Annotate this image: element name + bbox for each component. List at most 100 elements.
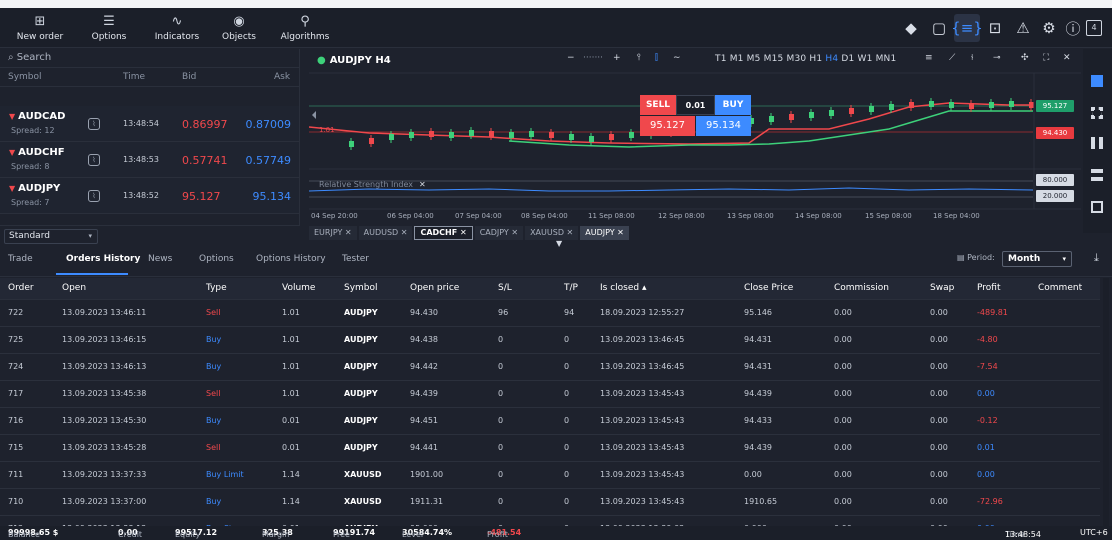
table-cell: 1.01: [282, 362, 300, 371]
symbol-tab-cadjpy[interactable]: CADJPY ✕: [474, 226, 524, 240]
watchlist-row[interactable]: ▼ AUDCHF Spread: 8 ⌇ 13:48:53 0.57741 0.5…: [0, 142, 299, 178]
ask-header[interactable]: Ask: [274, 72, 290, 82]
table-row[interactable]: 71213.09.2023 13:38:12Buy Stop0.01AUDJPY…: [0, 516, 1100, 526]
eraser-icon[interactable]: ◆: [898, 14, 924, 42]
close-indicator-icon[interactable]: ✕: [419, 180, 426, 189]
table-cell: 94.430: [410, 308, 438, 317]
watchlist-row[interactable]: ▼ AUDJPY Spread: 7 ⌇ 13:48:52 95.127 95.1…: [0, 178, 299, 214]
table-row[interactable]: 717 13.09.2023 13:45:38 Sell 1.01 AUDJPY 94.4…: [0, 381, 1100, 408]
options-button[interactable]: ☰ Options: [84, 8, 134, 48]
table-scrollbar[interactable]: [1103, 278, 1109, 526]
table-row[interactable]: 710 13.09.2023 13:37:00 Buy 1.14 XAUUSD 1911.…: [0, 489, 1100, 516]
table-cell: 94: [564, 308, 575, 317]
symbol-header[interactable]: Symbol: [8, 72, 42, 82]
table-row[interactable]: 724 13.09.2023 13:46:13 Buy 1.01 AUDJPY 94.44…: [0, 354, 1100, 381]
symbol-tab-cadchf[interactable]: CADCHF ✕: [414, 226, 473, 240]
column-header[interactable]: S/L: [498, 283, 512, 293]
download-icon[interactable]: ⤓: [1094, 251, 1099, 265]
symbol-tab-xauusd[interactable]: XAUUSD ✕: [525, 226, 579, 240]
rsi-indicator-label[interactable]: Relative Strength Index ✕: [319, 180, 426, 189]
table-cell: 0: [564, 497, 570, 506]
tab-options-history[interactable]: Options History: [256, 254, 326, 264]
info-icon[interactable]: ⓘ: [1060, 14, 1086, 42]
candle-body: [909, 102, 914, 108]
table-row[interactable]: 722 13.09.2023 13:46:11 Sell 1.01 AUDJPY 94.4…: [0, 300, 1100, 327]
time-header[interactable]: Time: [123, 72, 145, 82]
mini-chart-icon[interactable]: ⌇: [88, 118, 100, 130]
rows-layout-icon[interactable]: [1091, 169, 1103, 181]
column-header[interactable]: Profit: [977, 283, 1000, 293]
sell-button[interactable]: SELL: [640, 95, 676, 115]
column-header[interactable]: Close Price: [744, 283, 793, 293]
column-header[interactable]: Volume: [282, 283, 315, 293]
buy-button[interactable]: BUY: [715, 95, 751, 115]
tab-orders-history[interactable]: Orders History: [66, 254, 140, 264]
table-cell: 13.09.2023 13:46:13: [62, 362, 147, 371]
ask-price[interactable]: 0.57749: [246, 154, 292, 167]
period-select[interactable]: Month ▾: [1002, 251, 1072, 267]
table-cell: AUDJPY: [344, 335, 378, 344]
column-header[interactable]: Type: [206, 283, 227, 293]
watchlist-row[interactable]: ▼ AUDCAD Spread: 12 ⌇ 13:48:54 0.86997 0.…: [0, 106, 299, 142]
tab-trade[interactable]: Trade: [8, 254, 33, 264]
settings-icon[interactable]: ⚙: [1036, 14, 1062, 42]
buy-price[interactable]: 95.134: [696, 116, 751, 136]
column-header[interactable]: Comment: [1038, 283, 1082, 293]
columns-layout-icon[interactable]: [1091, 137, 1103, 149]
column-header[interactable]: Is closed ▴: [600, 283, 646, 293]
indicators-button[interactable]: ∿ Indicators: [148, 8, 206, 48]
script-icon[interactable]: {≡}: [951, 14, 983, 42]
sell-price[interactable]: 95.127: [640, 116, 695, 136]
column-header[interactable]: Swap: [930, 283, 954, 293]
single-layout-icon[interactable]: [1091, 75, 1103, 87]
column-header[interactable]: Open price: [410, 283, 459, 293]
notification-badge[interactable]: 4: [1086, 20, 1102, 36]
table-cell: 0.00: [930, 470, 948, 479]
table-row[interactable]: 716 13.09.2023 13:45:30 Buy 0.01 AUDJPY 94.45…: [0, 408, 1100, 435]
search-input[interactable]: ⌕ Search: [0, 49, 299, 68]
column-header[interactable]: Open: [62, 283, 86, 293]
tab-options[interactable]: Options: [199, 254, 234, 264]
column-header[interactable]: Symbol: [344, 283, 378, 293]
candle-body: [469, 130, 474, 136]
bid-price[interactable]: 0.86997: [182, 118, 228, 131]
ask-price[interactable]: 95.134: [253, 190, 292, 203]
column-header[interactable]: Order: [8, 283, 34, 293]
new-order-button[interactable]: ⊞ New order: [10, 8, 70, 48]
candle-body: [629, 132, 634, 138]
mini-chart-icon[interactable]: ⌇: [88, 154, 100, 166]
tab-tester[interactable]: Tester: [342, 254, 369, 264]
bid-price[interactable]: 95.127: [182, 190, 221, 203]
objects-button[interactable]: ◉ Objects: [214, 8, 264, 48]
column-header[interactable]: Commission: [834, 283, 889, 293]
ask-price[interactable]: 0.87009: [246, 118, 292, 131]
order-line-label[interactable]: 1.01: [319, 126, 335, 134]
bid-price[interactable]: 0.57741: [182, 154, 228, 167]
table-row[interactable]: 711 13.09.2023 13:37:33 Buy Limit 1.14 XAUUS…: [0, 462, 1100, 489]
cascade-layout-icon[interactable]: [1091, 201, 1103, 213]
table-cell: Buy: [206, 362, 222, 371]
x-tick: 14 Sep 08:00: [795, 212, 842, 220]
symbol-tab-audjpy[interactable]: AUDJPY ✕: [580, 226, 629, 240]
timezone[interactable]: UTC+6: [1080, 528, 1108, 537]
table-cell: 0.00: [930, 416, 948, 425]
mini-chart-icon[interactable]: ⌇: [88, 190, 100, 202]
symbol-tab-audusd[interactable]: AUDUSD ✕: [358, 226, 413, 240]
candle-body: [969, 103, 974, 109]
table-cell: 1910.65: [744, 497, 778, 506]
price-chart[interactable]: ● AUDJPY H4 − ······· + ⫯ ⫿ ∼ T1 M1 M5 M1…: [309, 49, 1081, 241]
column-header[interactable]: T/P: [564, 283, 578, 293]
layout-icon[interactable]: ▢: [926, 14, 952, 42]
algorithms-button[interactable]: ⚲ Algorithms: [276, 8, 334, 48]
volume-input[interactable]: 0.01: [676, 95, 715, 115]
grid-layout-icon[interactable]: [1091, 107, 1103, 119]
table-row[interactable]: 725 13.09.2023 13:46:15 Buy 1.01 AUDJPY 94.43…: [0, 327, 1100, 354]
terminal-icon[interactable]: ⊡: [982, 14, 1008, 42]
warning-icon[interactable]: ⚠: [1010, 14, 1036, 42]
symbol-tab-eurjpy[interactable]: EURJPY ✕: [309, 226, 357, 240]
tab-news[interactable]: News: [148, 254, 172, 264]
watchlist-select[interactable]: Standard ▾: [4, 229, 98, 244]
bid-header[interactable]: Bid: [182, 72, 196, 82]
panel-collapse-icon[interactable]: ▼: [556, 239, 562, 248]
table-row[interactable]: 715 13.09.2023 13:45:28 Sell 0.01 AUDJPY 94.4…: [0, 435, 1100, 462]
